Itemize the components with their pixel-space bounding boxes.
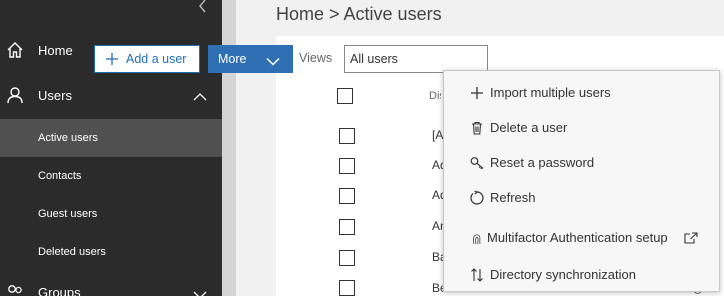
user-icon [6, 86, 24, 104]
nav-home-label: Home [38, 42, 73, 58]
menu-item-label: Multifactor Authentication setup [487, 230, 668, 245]
menu-item-mfa-setup[interactable]: Multifactor Authentication setup [444, 222, 719, 254]
column-header-display-name[interactable]: Dis [429, 90, 441, 102]
nav-users[interactable]: Users [0, 83, 222, 107]
menu-item-label: Delete a user [490, 120, 568, 135]
collapse-sidebar-icon[interactable] [196, 0, 210, 14]
chevron-up-icon[interactable] [193, 90, 207, 101]
fingerprint-icon [469, 230, 485, 246]
sidebar-item-label: Deleted users [38, 246, 106, 258]
sidebar-item-deleted-users[interactable]: Deleted users [0, 233, 222, 271]
add-user-label: Add a user [126, 52, 187, 66]
add-user-button[interactable]: Add a user [94, 45, 200, 73]
menu-item-label: Import multiple users [490, 85, 611, 100]
views-select[interactable]: All users [344, 45, 488, 73]
sidebar-item-label: Guest users [38, 208, 98, 220]
sidebar-item-active-users[interactable]: Active users [0, 119, 222, 157]
row-checkbox[interactable] [339, 128, 355, 144]
sidebar-item-contacts[interactable]: Contacts [0, 157, 222, 195]
more-label: More [218, 52, 247, 66]
views-label: Views [299, 51, 333, 65]
sidebar-item-guest-users[interactable]: Guest users [0, 195, 222, 233]
row-checkbox[interactable] [339, 188, 355, 204]
sync-arrows-icon [469, 267, 485, 283]
plus-icon [469, 85, 485, 101]
row-checkbox[interactable] [339, 250, 355, 266]
menu-item-label: Refresh [490, 190, 536, 205]
refresh-icon [469, 190, 485, 206]
views-select-value: All users [350, 52, 398, 66]
select-all-checkbox[interactable] [337, 88, 353, 104]
breadcrumb: Home > Active users [276, 4, 442, 24]
menu-item-refresh[interactable]: Refresh [444, 182, 719, 214]
nav-groups[interactable]: Groups [0, 280, 222, 296]
external-link-icon [684, 232, 698, 244]
menu-item-label: Reset a password [490, 155, 595, 170]
chevron-down-icon[interactable] [193, 288, 207, 296]
nav-groups-label: Groups [38, 284, 81, 296]
menu-item-directory-sync[interactable]: Directory synchronization [444, 259, 719, 291]
nav-users-label: Users [38, 87, 72, 103]
menu-item-reset-password[interactable]: Reset a password [444, 147, 719, 179]
trash-icon [469, 120, 485, 136]
row-checkbox[interactable] [339, 280, 355, 296]
sidebar-item-label: Active users [38, 132, 98, 144]
menu-item-label: Directory synchronization [490, 267, 636, 282]
groups-icon [6, 283, 24, 296]
more-button[interactable]: More [208, 45, 293, 73]
row-checkbox[interactable] [339, 219, 355, 235]
plus-icon [105, 52, 119, 66]
sidebar-item-label: Contacts [38, 170, 82, 182]
chevron-down-icon [266, 55, 280, 66]
menu-item-delete-user[interactable]: Delete a user [444, 112, 719, 144]
home-icon [6, 41, 24, 59]
more-dropdown-menu: Import multiple users Delete a user Rese… [443, 70, 720, 292]
menu-item-import-multiple-users[interactable]: Import multiple users [444, 77, 719, 109]
row-checkbox[interactable] [339, 158, 355, 174]
key-icon [469, 155, 485, 171]
